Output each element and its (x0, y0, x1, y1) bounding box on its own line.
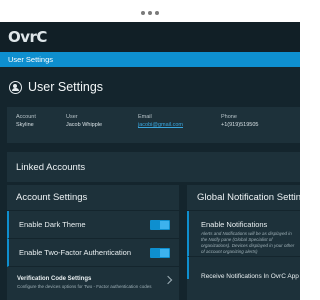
dark-theme-label: Enable Dark Theme (19, 220, 86, 229)
app-screen: OvrC User Settings User Settings Account… (0, 22, 300, 300)
enable-notifications-title: Enable Notifications (201, 220, 268, 229)
email-link[interactable]: jacobi@gmail.com (138, 121, 183, 129)
email-label: Email (138, 114, 152, 120)
email-info: Email jacobi@gmail.com (138, 113, 183, 129)
global-notification-title: Global Notification Settings (197, 192, 300, 203)
account-settings-title: Account Settings (16, 192, 88, 203)
global-notification-panel: Global Notification Settings Enable Noti… (187, 185, 300, 300)
user-value: Jacob Whipple (66, 122, 103, 128)
user-icon (9, 80, 22, 94)
account-settings-header: Account Settings (7, 185, 179, 211)
enable-notifications-desc-4: of account organizing alerts) (201, 249, 258, 254)
account-info: Account Skyline (16, 113, 36, 129)
account-label: Account (16, 114, 36, 120)
receive-notifications-setting[interactable]: Receive Notifications In OvrC App (187, 257, 300, 280)
enable-notifications-setting[interactable]: Enable Notifications Alerts and Notifica… (187, 211, 300, 257)
user-info-card: Account Skyline User Jacob Whipple Email… (7, 107, 300, 143)
user-label: User (66, 114, 78, 120)
two-factor-setting: Enable Two-Factor Authentication (7, 239, 179, 267)
breadcrumb-label: User Settings (8, 55, 54, 64)
verification-description: Configure the devices options for Two - … (17, 284, 152, 289)
more-dots-icon[interactable] (141, 11, 159, 15)
page-title: User Settings (28, 80, 104, 94)
receive-notifications-label: Receive Notifications In OvrC App (201, 273, 299, 280)
ovrc-logo[interactable]: OvrC (8, 28, 47, 46)
two-factor-toggle[interactable] (150, 248, 170, 258)
phone-value: +1(919)519505 (221, 122, 259, 128)
verification-code-settings[interactable]: Verification Code Settings Configure the… (7, 267, 179, 297)
two-factor-label: Enable Two-Factor Authentication (19, 248, 132, 257)
linked-accounts-title: Linked Accounts (16, 161, 86, 173)
dark-theme-setting: Enable Dark Theme (7, 211, 179, 239)
global-notification-header: Global Notification Settings (187, 185, 300, 211)
user-info: User Jacob Whipple (66, 113, 102, 129)
dark-theme-toggle[interactable] (150, 220, 170, 230)
verification-title: Verification Code Settings (17, 276, 92, 282)
phone-info: Phone +1(919)519505 (221, 113, 258, 129)
account-settings-panel: Account Settings Enable Dark Theme Enabl… (7, 185, 179, 300)
phone-label: Phone (221, 114, 237, 120)
page-header: User Settings (0, 67, 300, 107)
linked-accounts-section[interactable]: Linked Accounts (7, 152, 300, 182)
breadcrumb: User Settings (0, 52, 300, 67)
top-bar: OvrC (0, 22, 300, 52)
account-value: Skyline (16, 122, 34, 128)
window-chrome (0, 0, 300, 22)
